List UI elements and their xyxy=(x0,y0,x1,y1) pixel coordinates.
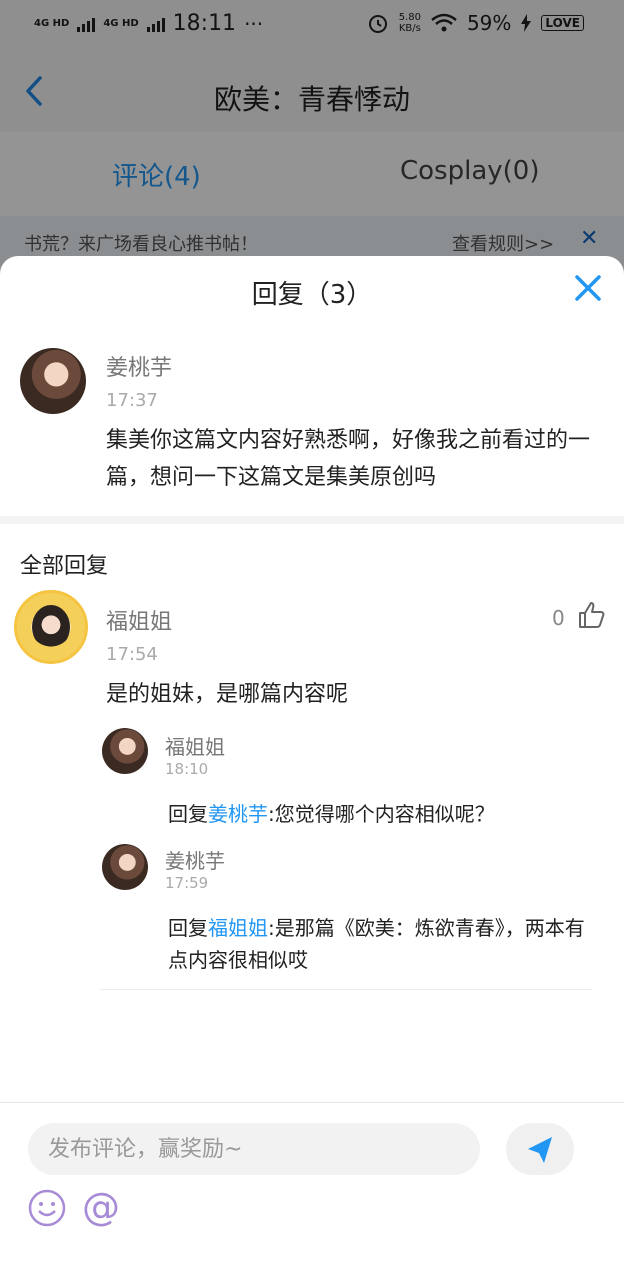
like-count: 0 xyxy=(552,606,565,630)
sub-reply-time: 17:59 xyxy=(165,874,209,892)
divider xyxy=(0,516,624,524)
thumbs-up-icon[interactable] xyxy=(576,600,606,630)
sub-reply-author[interactable]: 福姐姐 xyxy=(165,731,225,760)
sub-reply-time: 18:10 xyxy=(165,760,209,778)
avatar[interactable] xyxy=(102,844,148,890)
comment-text: 集美你这篇文内容好熟悉啊，好像我之前看过的一篇，想问一下这篇文是集美原创吗 xyxy=(106,428,591,490)
send-button[interactable] xyxy=(506,1123,574,1175)
comment-input-bar: @ xyxy=(0,1102,624,1280)
avatar[interactable] xyxy=(20,348,86,414)
emoji-icon[interactable] xyxy=(28,1189,66,1227)
sheet-title: 回复（3） xyxy=(251,280,373,310)
avatar[interactable] xyxy=(102,728,148,774)
reply-sheet: 回复（3） 姜桃芋 17:37 集美你这篇文内容好熟悉啊，好像我之前看过的一篇，… xyxy=(0,256,624,1280)
comment-time: 17:37 xyxy=(106,390,158,411)
reply-author[interactable]: 福姐姐 xyxy=(106,604,172,636)
comment-author[interactable]: 姜桃芋 xyxy=(106,350,172,382)
mention-link[interactable]: 福姐姐 xyxy=(208,916,268,940)
comment-input[interactable] xyxy=(28,1123,480,1175)
divider xyxy=(100,989,592,990)
all-replies-heading: 全部回复 xyxy=(20,554,109,579)
mention-link[interactable]: 姜桃芋 xyxy=(208,802,268,826)
avatar[interactable] xyxy=(14,590,88,664)
send-icon xyxy=(528,1137,552,1163)
sub-reply-text: 回复姜桃芋:您觉得哪个内容相似呢？ xyxy=(168,802,495,826)
mention-icon[interactable]: @ xyxy=(82,1185,120,1229)
reply-text: 是的姐妹，是哪篇内容呢 xyxy=(106,682,349,707)
sub-reply-text: 回复福姐姐:是那篇《欧美：炼欲青春》，两本有点内容很相似哎 xyxy=(168,916,585,972)
sub-reply-author[interactable]: 姜桃芋 xyxy=(165,845,225,874)
close-icon[interactable] xyxy=(572,272,604,304)
reply-time: 17:54 xyxy=(106,644,158,665)
